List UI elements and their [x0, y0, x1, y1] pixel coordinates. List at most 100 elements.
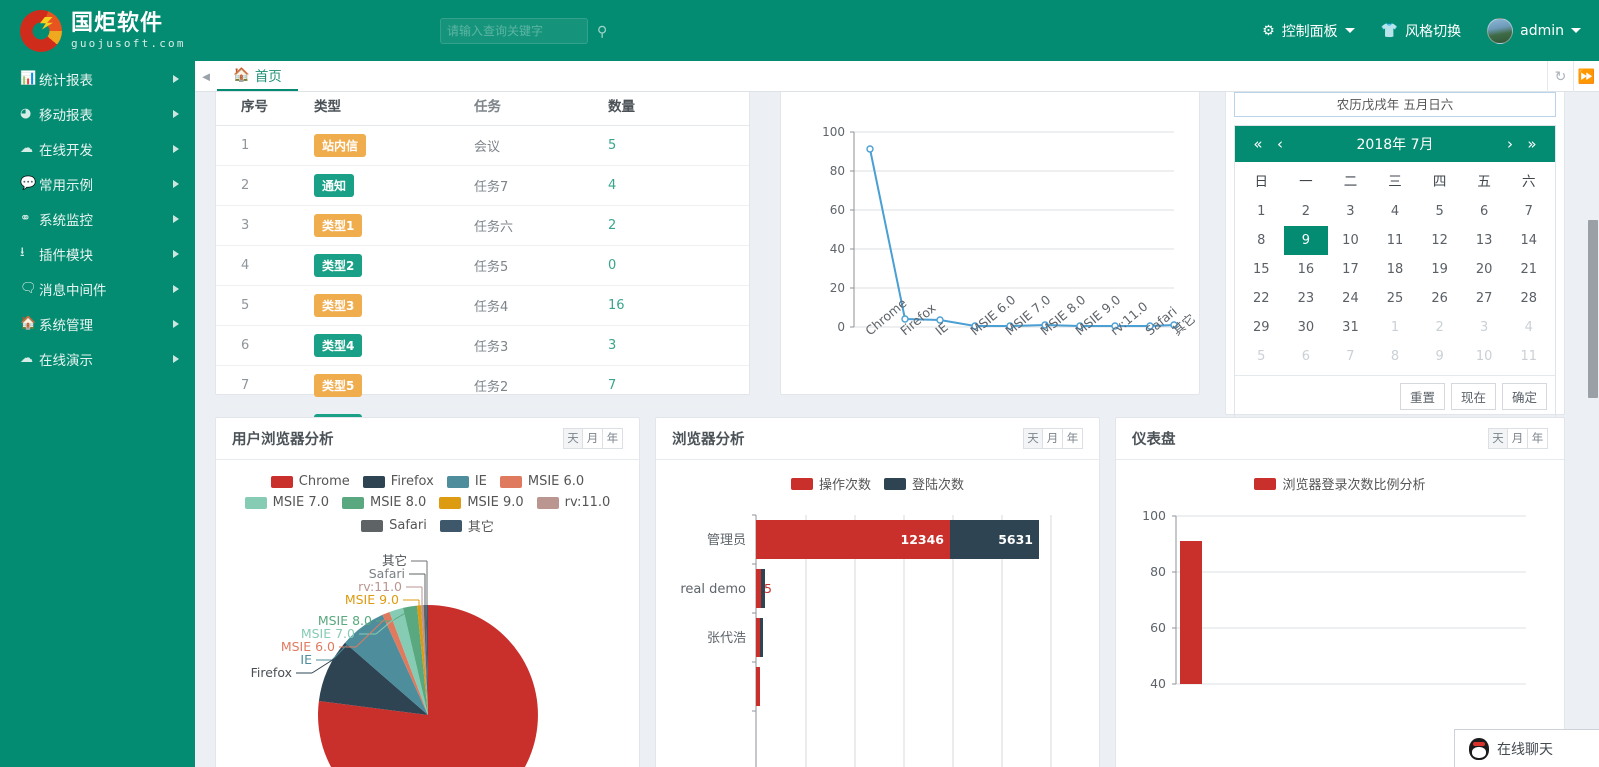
datepicker-day[interactable]: 31	[1328, 313, 1373, 342]
sidebar-item-xitongjiankong[interactable]: ⚭ 系统监控	[0, 201, 195, 236]
datepicker-day[interactable]: 16	[1284, 255, 1329, 284]
legend-item[interactable]: rv:11.0	[536, 495, 610, 510]
legend-item[interactable]: 其它	[439, 516, 494, 535]
legend-item[interactable]: IE	[446, 474, 487, 489]
datepicker-day[interactable]: 3	[1462, 313, 1507, 342]
datepicker-day[interactable]: 9	[1417, 342, 1462, 371]
sidebar-item-tongjibaobiao[interactable]: 📊 统计报表	[0, 61, 195, 96]
header-search[interactable]: ⚲	[440, 18, 607, 44]
brand-logo[interactable]: 国炬软件 guojusoft.com	[0, 0, 195, 61]
datepicker-day[interactable]: 2	[1284, 197, 1329, 226]
datepicker-day[interactable]: 5	[1417, 197, 1462, 226]
legend-item[interactable]: 登陆次数	[884, 474, 964, 493]
chevron-left-icon[interactable]: ‹	[1269, 135, 1291, 153]
table-row[interactable]: 2 通知 任务7 4	[216, 165, 749, 206]
datepicker-day[interactable]: 30	[1284, 313, 1329, 342]
datepicker-day[interactable]: 4	[1506, 313, 1551, 342]
datepicker-day[interactable]: 25	[1373, 284, 1418, 313]
datepicker-day[interactable]: 27	[1462, 284, 1507, 313]
table-row[interactable]: 3 类型1 任务六 2	[216, 205, 749, 246]
range-year-button[interactable]: 年	[1528, 428, 1548, 449]
datepicker-day[interactable]: 11	[1506, 342, 1551, 371]
legend-item[interactable]: MSIE 9.0	[439, 495, 524, 510]
sidebar-item-zaixiankaifa[interactable]: ☁ 在线开发	[0, 131, 195, 166]
browser-line-chart[interactable]: 100 80 60 40 20 0 Chrome Firefox IE MSIE 6.…	[781, 92, 1199, 394]
legend-item[interactable]: MSIE 6.0	[499, 474, 584, 489]
table-row[interactable]: 1 站内信 会议 5	[216, 125, 749, 166]
vertical-scrollbar[interactable]	[1586, 92, 1599, 767]
datepicker-day[interactable]: 2	[1417, 313, 1462, 342]
reset-button[interactable]: 重置	[1399, 383, 1445, 410]
user-browser-pie-chart[interactable]: 其它 Safari rv:11.0 MSIE 9.0 MSIE 8.0 MSIE…	[216, 539, 639, 767]
legend-item[interactable]: MSIE 7.0	[244, 495, 329, 510]
sidebar-item-changyongshili[interactable]: 💬 常用示例	[0, 166, 195, 201]
datepicker-day[interactable]: 28	[1506, 284, 1551, 313]
range-day-button[interactable]: 天	[1488, 428, 1508, 449]
datepicker-day[interactable]: 4	[1373, 197, 1418, 226]
range-month-button[interactable]: 月	[583, 428, 603, 449]
datepicker-day[interactable]: 24	[1328, 284, 1373, 313]
legend-item[interactable]: 浏览器登录次数比例分析	[1254, 474, 1426, 493]
datepicker-day[interactable]: 23	[1284, 284, 1329, 313]
theme-switch-button[interactable]: 👕 风格切换	[1381, 21, 1461, 41]
datepicker-day[interactable]: 1	[1373, 313, 1418, 342]
sidebar-item-xitongguanli[interactable]: 🏠 系统管理	[0, 306, 195, 341]
datepicker-day[interactable]: 7	[1328, 342, 1373, 371]
datepicker-day[interactable]: 13	[1462, 226, 1507, 255]
double-chevron-left-icon[interactable]: «	[1247, 135, 1269, 153]
datepicker-day[interactable]: 18	[1373, 255, 1418, 284]
table-row[interactable]: 5 类型3 任务4 16	[216, 285, 749, 326]
range-day-button[interactable]: 天	[1023, 428, 1043, 449]
legend-item[interactable]: MSIE 8.0	[342, 495, 426, 510]
tab-scroll-left-button[interactable]: ◄	[195, 69, 217, 84]
datepicker-day[interactable]: 22	[1239, 284, 1284, 313]
datepicker-day[interactable]: 21	[1506, 255, 1551, 284]
table-row[interactable]: 6 类型4 任务3 3	[216, 325, 749, 366]
sidebar-item-chajianmokuai[interactable]: ⭳ 插件模块	[0, 236, 195, 271]
double-chevron-right-icon[interactable]: »	[1521, 135, 1543, 153]
refresh-icon[interactable]: ↻	[1547, 60, 1573, 92]
datepicker-day[interactable]: 26	[1417, 284, 1462, 313]
datepicker-day[interactable]: 15	[1239, 255, 1284, 284]
chevron-right-icon[interactable]: ›	[1499, 135, 1521, 153]
datepicker-day[interactable]: 1	[1239, 197, 1284, 226]
datepicker-day[interactable]: 19	[1417, 255, 1462, 284]
sidebar-item-zaixianyanshi[interactable]: ☁ 在线演示	[0, 341, 195, 376]
user-menu[interactable]: admin	[1487, 17, 1581, 44]
datepicker-input[interactable]: 农历戊戌年 五月日六	[1234, 92, 1556, 117]
legend-item[interactable]: Safari	[361, 516, 427, 535]
table-row[interactable]: 4 类型2 任务5 0	[216, 245, 749, 286]
datepicker-day[interactable]: 10	[1462, 342, 1507, 371]
range-month-button[interactable]: 月	[1043, 428, 1063, 449]
search-icon[interactable]: ⚲	[597, 23, 607, 40]
datepicker-day[interactable]: 6	[1462, 197, 1507, 226]
datepicker-title[interactable]: 2018年 7月	[1291, 134, 1499, 154]
datepicker-day[interactable]: 6	[1284, 342, 1329, 371]
range-year-button[interactable]: 年	[1063, 428, 1083, 449]
gauge-bar-chart[interactable]: 100 80 60 40	[1116, 497, 1564, 767]
datepicker-day[interactable]: 3	[1328, 197, 1373, 226]
datepicker-day[interactable]: 17	[1328, 255, 1373, 284]
confirm-button[interactable]: 确定	[1501, 383, 1547, 410]
datepicker-day[interactable]: 20	[1462, 255, 1507, 284]
search-input[interactable]	[447, 24, 597, 38]
table-row[interactable]: 7 类型5 任务2 7	[216, 365, 749, 406]
datepicker-day[interactable]: 8	[1373, 342, 1418, 371]
double-chevron-right-icon[interactable]: ⏩	[1573, 60, 1599, 92]
tab-home[interactable]: 🏠 首页	[217, 61, 298, 91]
datepicker-day[interactable]: 8	[1239, 226, 1284, 255]
range-year-button[interactable]: 年	[603, 428, 623, 449]
datepicker-day[interactable]: 5	[1239, 342, 1284, 371]
datepicker-day[interactable]: 12	[1417, 226, 1462, 255]
datepicker-day[interactable]: 7	[1506, 197, 1551, 226]
now-button[interactable]: 现在	[1450, 383, 1496, 410]
legend-item[interactable]: 操作次数	[790, 474, 871, 493]
legend-item[interactable]: Chrome	[270, 474, 350, 489]
range-month-button[interactable]: 月	[1508, 428, 1528, 449]
datepicker-day[interactable]: 29	[1239, 313, 1284, 342]
browser-bar-chart[interactable]: 12346 5631 5 管理员 real demo 张代浩	[656, 497, 1099, 767]
datepicker-day[interactable]: 9	[1283, 226, 1329, 255]
range-day-button[interactable]: 天	[563, 428, 583, 449]
legend-item[interactable]: Firefox	[362, 474, 434, 489]
datepicker-day[interactable]: 10	[1328, 226, 1373, 255]
